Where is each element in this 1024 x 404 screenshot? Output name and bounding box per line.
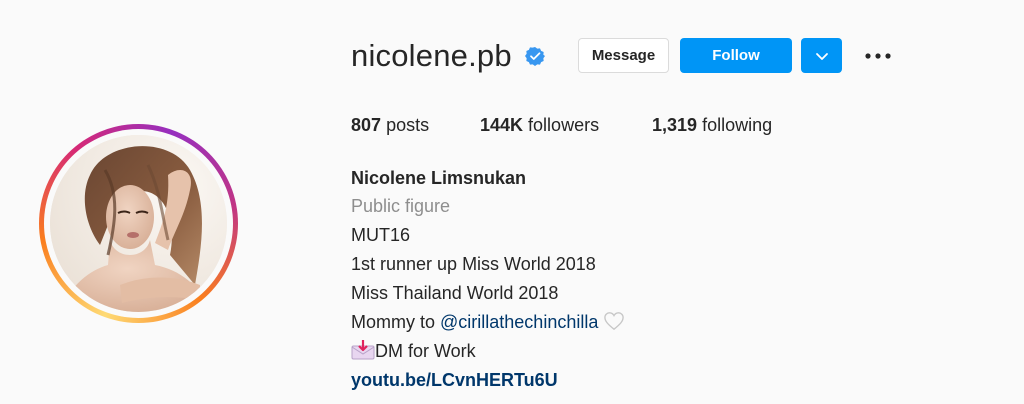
bio-line-4-prefix: Mommy to bbox=[351, 312, 441, 332]
category-label: Public figure bbox=[351, 196, 451, 216]
following-count: 1,319 bbox=[652, 115, 698, 135]
more-options-icon bbox=[865, 53, 891, 59]
bio-line-5-text: DM for Work bbox=[375, 341, 476, 361]
bio-line-5: DM for Work bbox=[351, 339, 476, 363]
bio-line-3: Miss Thailand World 2018 bbox=[351, 283, 559, 303]
following-stat[interactable]: 1,319 following bbox=[652, 113, 772, 137]
suggested-accounts-button[interactable] bbox=[801, 38, 842, 73]
followers-count: 144K bbox=[480, 115, 524, 135]
external-link[interactable]: youtu.be/LCvnHERTu6U bbox=[351, 368, 558, 392]
avatar-border bbox=[44, 129, 233, 318]
posts-stat: 807 posts bbox=[351, 113, 429, 137]
follow-button[interactable]: Follow bbox=[680, 38, 792, 73]
mention-link[interactable]: @cirillathechinchilla bbox=[440, 312, 598, 332]
heart-outline-icon bbox=[604, 312, 625, 331]
followers-stat[interactable]: 144K followers bbox=[480, 113, 599, 137]
avatar[interactable] bbox=[50, 135, 227, 312]
verified-badge-icon bbox=[525, 47, 545, 66]
avatar-photo-illustration bbox=[50, 135, 227, 312]
bio-line-2: 1st runner up Miss World 2018 bbox=[351, 254, 596, 274]
bio-line-1: MUT16 bbox=[351, 225, 411, 245]
profile-username: nicolene.pb bbox=[351, 38, 512, 73]
posts-count: 807 bbox=[351, 115, 382, 135]
story-ring[interactable] bbox=[39, 124, 238, 323]
posts-label: posts bbox=[386, 115, 430, 135]
envelope-download-icon bbox=[351, 340, 375, 360]
bio-line-4: Mommy to @cirillathechinchilla bbox=[351, 310, 625, 334]
chevron-down-icon bbox=[815, 52, 828, 60]
followers-label: followers bbox=[528, 115, 600, 135]
message-button[interactable]: Message bbox=[578, 38, 669, 73]
more-options-button[interactable] bbox=[860, 42, 896, 70]
full-name: Nicolene Limsnukan bbox=[351, 168, 527, 188]
following-label: following bbox=[702, 115, 773, 135]
